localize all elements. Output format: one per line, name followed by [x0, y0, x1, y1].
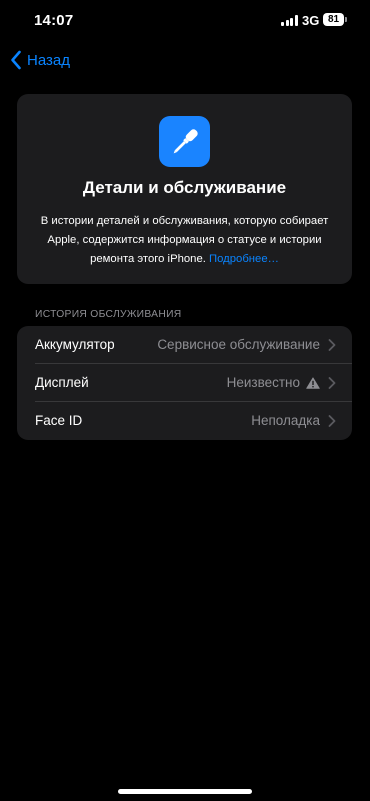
back-button[interactable]: Назад	[10, 49, 70, 71]
battery-icon: 81	[323, 13, 344, 26]
row-value-text: Неполадка	[251, 413, 320, 428]
row-value: Неизвестно	[227, 364, 320, 402]
row-value: Неполадка	[251, 402, 320, 440]
row-title: Аккумулятор	[35, 337, 115, 352]
status-time: 14:07	[34, 12, 74, 29]
card-title: Детали и обслуживание	[82, 178, 287, 197]
row-face-id[interactable]: Face ID Неполадка	[17, 402, 352, 440]
section-header: ИСТОРИЯ ОБСЛУЖИВАНИЯ	[35, 309, 182, 320]
status-bar: 14:07 3G 81	[0, 0, 370, 44]
warning-icon	[306, 377, 320, 389]
network-type: 3G	[302, 13, 320, 28]
card-description-text: В истории деталей и обслуживания, котору…	[40, 215, 329, 265]
screwdriver-icon	[159, 116, 210, 167]
chevron-right-icon	[328, 339, 336, 351]
battery-tip	[345, 17, 347, 22]
row-title: Face ID	[35, 413, 83, 428]
row-value: Сервисное обслуживание	[157, 326, 320, 364]
cellular-signal-icon	[281, 15, 298, 26]
learn-more-link[interactable]: Подробнее…	[209, 253, 279, 265]
row-value-text: Сервисное обслуживание	[157, 337, 320, 352]
row-display[interactable]: Дисплей Неизвестно	[17, 364, 352, 402]
service-history-list: Аккумулятор Сервисное обслуживание Диспл…	[17, 326, 352, 440]
row-title: Дисплей	[35, 375, 89, 390]
parts-service-card: Детали и обслуживание В истории деталей …	[17, 94, 352, 284]
card-description: В истории деталей и обслуживания, котору…	[37, 212, 332, 269]
chevron-right-icon	[328, 415, 336, 427]
home-indicator[interactable]	[118, 789, 252, 794]
chevron-left-icon	[11, 50, 21, 70]
row-battery[interactable]: Аккумулятор Сервисное обслуживание	[17, 326, 352, 364]
back-button-label: Назад	[27, 51, 70, 69]
chevron-right-icon	[328, 377, 336, 389]
row-value-text: Неизвестно	[226, 375, 300, 390]
